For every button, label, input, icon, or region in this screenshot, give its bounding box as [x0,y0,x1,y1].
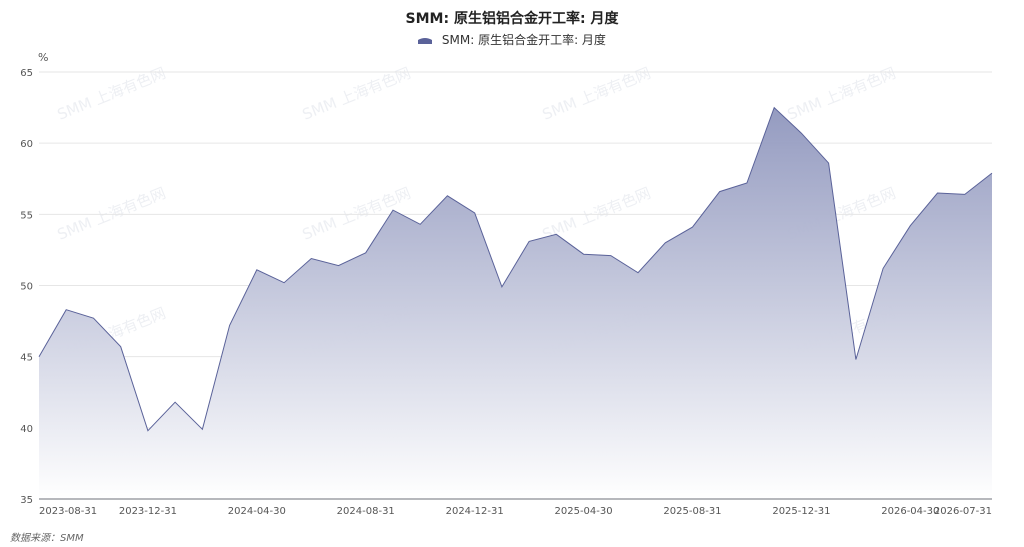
watermark-text: SMM 上海有色网 [55,64,169,124]
data-point [282,281,286,285]
x-tick-label: 2026-07-31 [934,506,992,517]
y-tick-label: 60 [20,139,33,150]
data-point [745,181,749,185]
data-point [473,211,477,215]
data-point [418,222,422,226]
data-point [146,429,150,433]
data-point [827,161,831,165]
x-tick-label: 2026-04-30 [881,506,939,517]
data-point [990,171,994,175]
y-tick-label: 35 [20,495,33,506]
watermark-text: SMM 上海有色网 [300,64,414,124]
x-tick-label: 2023-12-31 [119,506,177,517]
data-point [391,208,395,212]
y-tick-label: 55 [20,210,33,221]
watermark-text: SMM 上海有色网 [785,64,899,124]
x-tick-label: 2025-12-31 [772,506,830,517]
x-tick-label: 2025-08-31 [663,506,721,517]
data-point [609,254,613,258]
data-point [963,192,967,196]
data-point [309,256,313,260]
data-point [173,400,177,404]
watermark-text: SMM 上海有色网 [55,184,169,244]
series-area [39,107,992,499]
data-point [690,225,694,229]
data-point [772,106,776,110]
data-point [663,241,667,245]
y-tick-label: 45 [20,353,33,364]
data-point [255,268,259,272]
data-point [936,191,940,195]
data-point [500,285,504,289]
watermark-text: SMM 上海有色网 [540,64,654,124]
x-tick-label: 2024-08-31 [337,506,395,517]
y-tick-label: 65 [20,68,33,79]
data-point [364,251,368,255]
area-chart: SMM 上海有色网 SMM 上海有色网 SMM 上海有色网 SMM 上海有色网 SMM … [20,64,994,517]
data-point [228,323,232,327]
data-point [64,308,68,312]
data-source-note: 数据来源：SMM [10,533,84,544]
data-point [718,190,722,194]
data-point [881,266,885,270]
x-tick-label: 2024-04-30 [228,506,286,517]
x-tick-label: 2025-04-30 [555,506,613,517]
data-point [527,239,531,243]
data-point [636,271,640,275]
data-point [91,316,95,320]
x-tick-label: 2024-12-31 [446,506,504,517]
x-tick-label: 2023-08-31 [39,506,97,517]
data-point [445,194,449,198]
data-point [582,252,586,256]
data-point [799,131,803,135]
data-point [854,358,858,362]
data-point [908,224,912,228]
data-point [200,427,204,431]
data-point [119,345,123,349]
y-tick-label: 50 [20,282,33,293]
data-point [337,264,341,268]
data-point [37,355,41,359]
data-point [554,232,558,236]
y-tick-label: 40 [20,424,33,435]
